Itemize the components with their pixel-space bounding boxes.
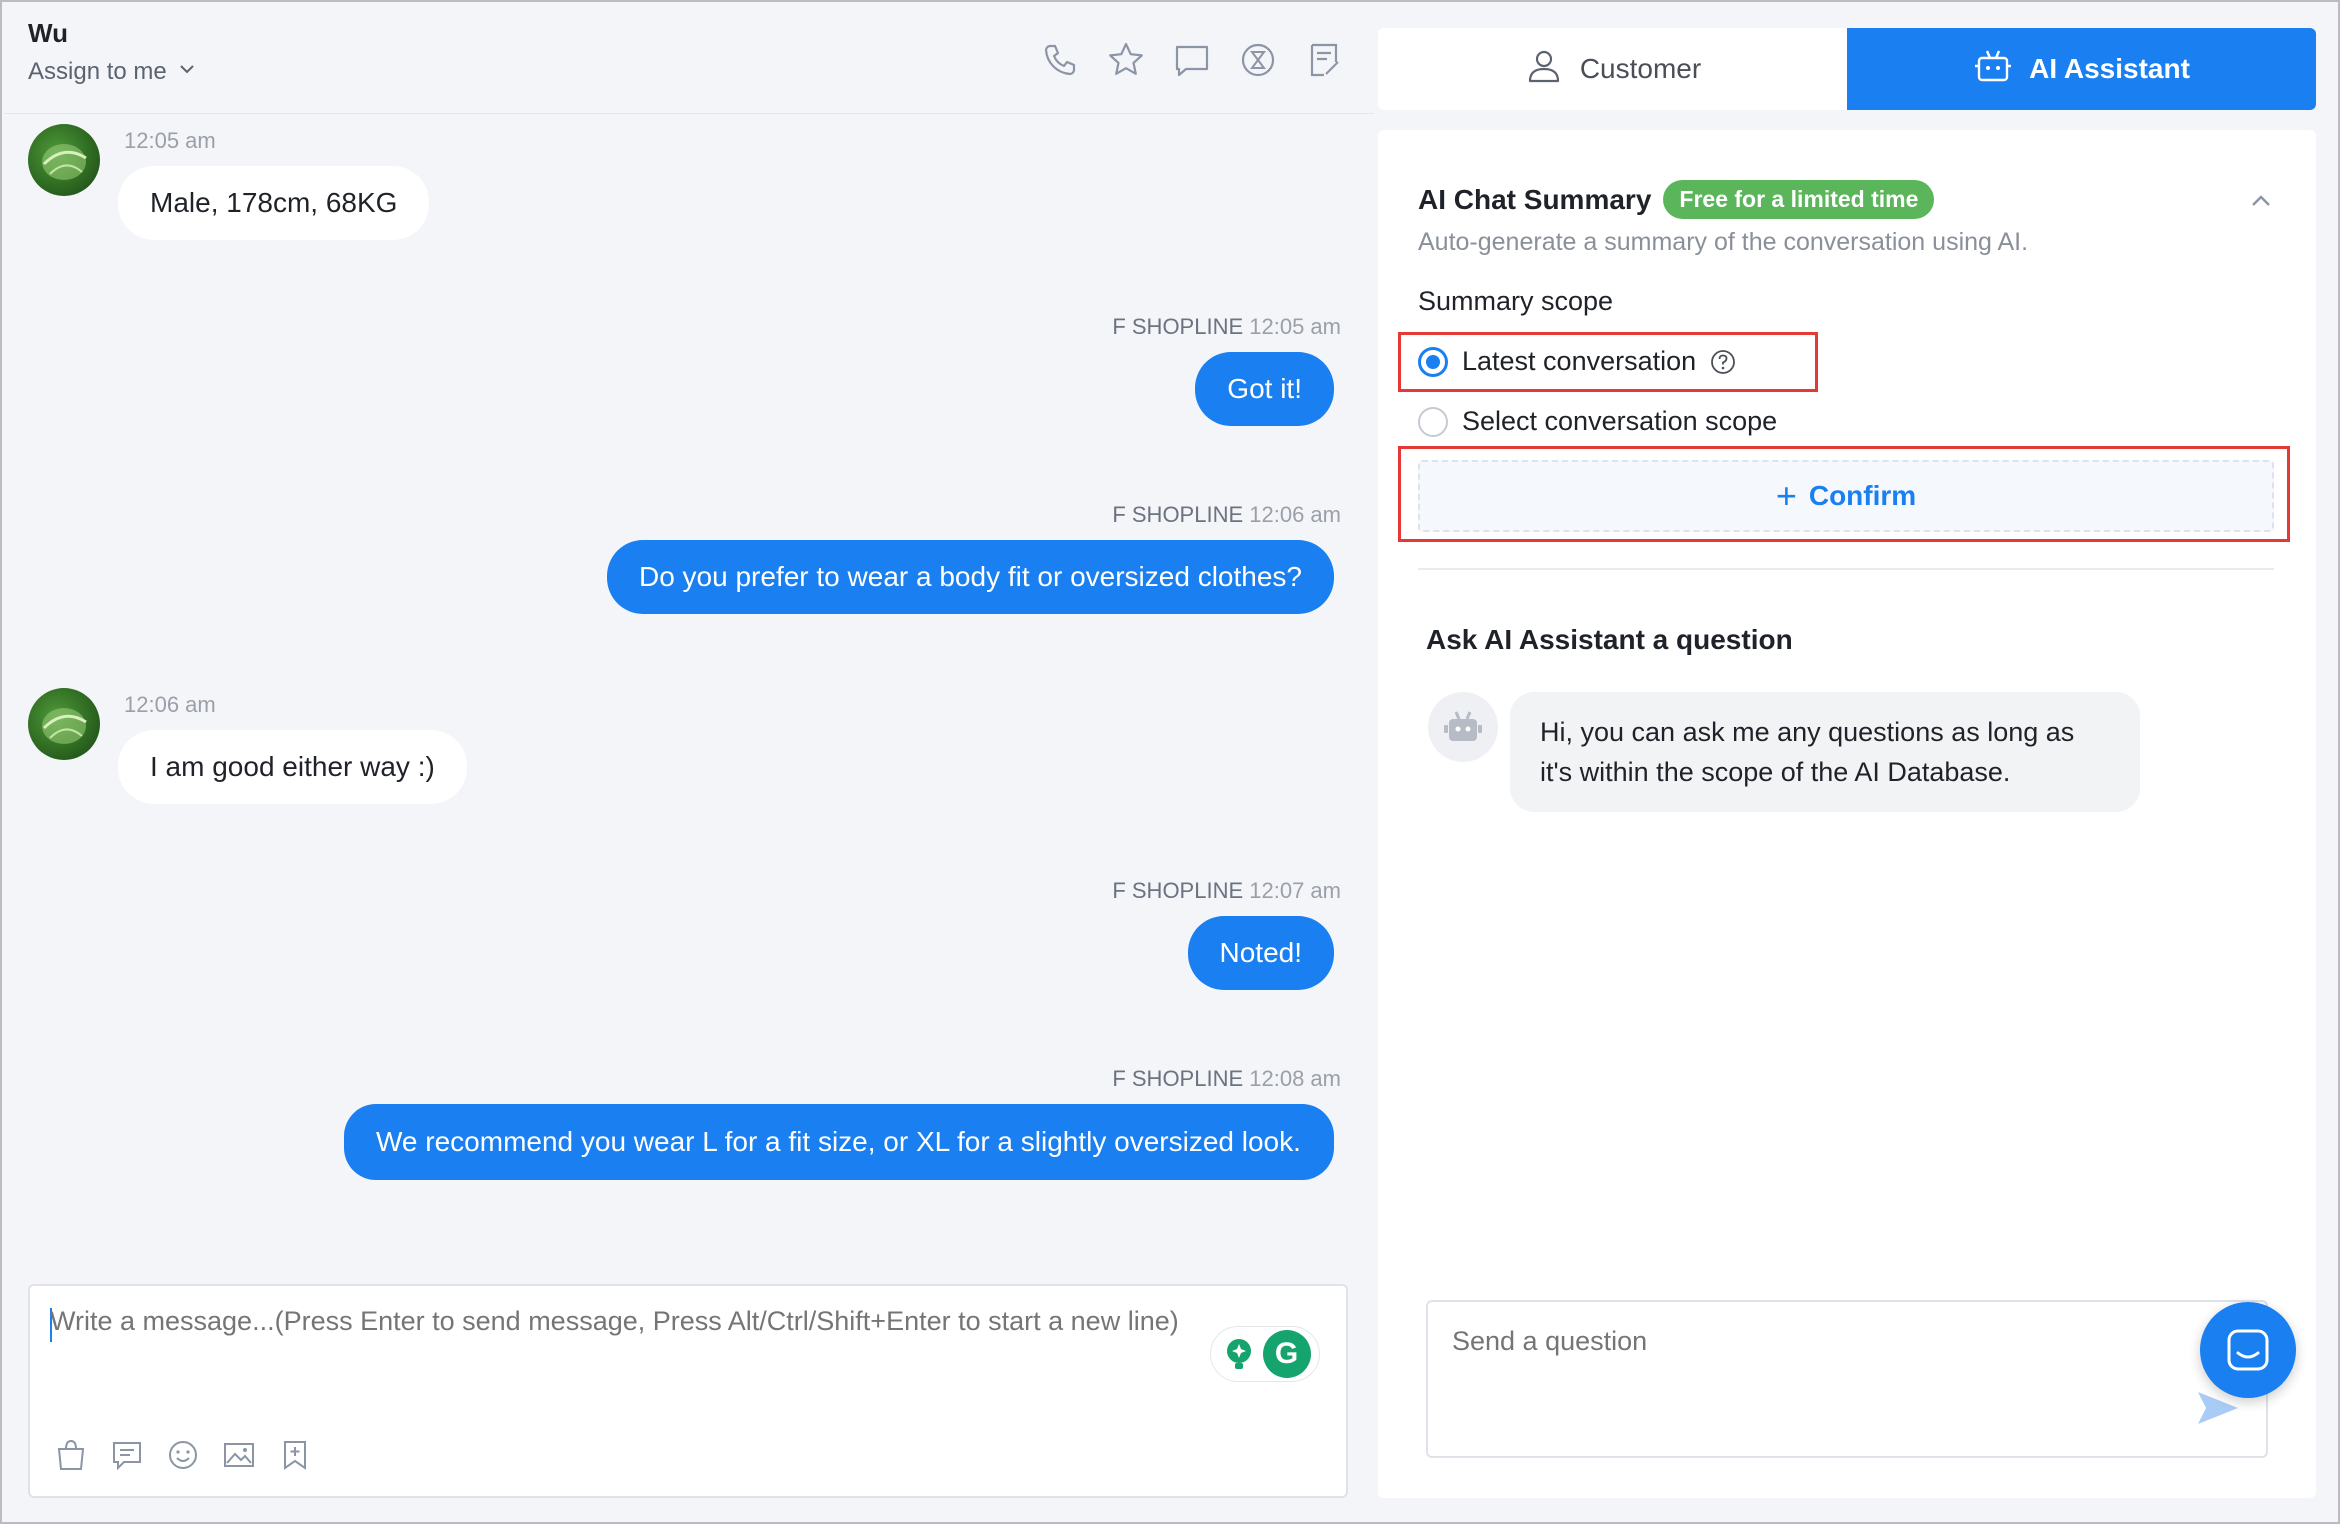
message-square-icon[interactable] <box>1172 40 1212 80</box>
message-time: 12:05 am <box>124 128 216 153</box>
image-icon[interactable] <box>222 1438 256 1472</box>
highlight-box-confirm <box>1398 446 2290 542</box>
sender-name: F SHOPLINE <box>1112 502 1244 527</box>
chat-widget-icon <box>2227 1329 2269 1371</box>
message-input[interactable] <box>50 1306 1320 1337</box>
message-meta: F SHOPLINE 12:06 am <box>1112 502 1341 528</box>
outgoing-message-bubble: We recommend you wear L for a fit size, … <box>344 1104 1334 1180</box>
header-actions <box>1040 40 1344 80</box>
summary-title: AI Chat Summary <box>1418 183 1652 215</box>
message-time: 12:06 am <box>1249 502 1341 527</box>
summary-header: AI Chat Summary Free for a limited time <box>1418 180 1935 219</box>
message-time: 12:05 am <box>1249 314 1341 339</box>
note-icon[interactable] <box>1304 40 1344 80</box>
grammarly-widget[interactable]: G <box>1210 1326 1320 1382</box>
summary-scope-label: Summary scope <box>1418 286 1614 316</box>
section-divider <box>1418 568 2274 570</box>
tab-label: Customer <box>1579 53 1702 84</box>
summary-description: Auto-generate a summary of the conversat… <box>1418 228 2029 256</box>
chat-launcher-button[interactable] <box>2200 1302 2296 1398</box>
customer-avatar <box>28 124 100 196</box>
collapse-chevron-up-icon[interactable] <box>2246 186 2276 216</box>
radio-select-scope[interactable]: Select conversation scope <box>1418 406 1777 437</box>
incoming-message-bubble: Male, 178cm, 68KG <box>118 166 430 240</box>
customer-avatar <box>28 688 100 760</box>
question-composer <box>1426 1300 2268 1458</box>
question-input[interactable] <box>1452 1326 2212 1357</box>
message-meta: F SHOPLINE 12:08 am <box>1112 1066 1341 1092</box>
sender-name: F SHOPLINE <box>1112 878 1244 903</box>
outgoing-message-bubble: Got it! <box>1195 352 1334 426</box>
tab-ai-assistant[interactable]: AI Assistant <box>1847 28 2316 110</box>
hourglass-icon[interactable] <box>1238 40 1278 80</box>
message-list: 12:05 am Male, 178cm, 68KG F SHOPLINE 12… <box>4 114 1374 1274</box>
side-panel-tabs: Customer AI Assistant <box>1378 28 2316 110</box>
message-time: 12:06 am <box>124 692 216 717</box>
sender-name: F SHOPLINE <box>1112 1066 1244 1091</box>
assign-to-me-dropdown[interactable]: Assign to me <box>28 58 197 86</box>
message-meta: F SHOPLINE 12:05 am <box>1112 314 1341 340</box>
sender-name: F SHOPLINE <box>1112 314 1244 339</box>
outgoing-message-bubble: Noted! <box>1187 916 1334 990</box>
grammarly-icon: G <box>1262 1330 1311 1378</box>
chevron-down-icon <box>177 58 197 86</box>
lightbulb-icon <box>1220 1335 1258 1373</box>
chat-header: Wu Assign to me <box>4 4 1374 114</box>
bookmark-add-icon[interactable] <box>278 1438 312 1472</box>
user-icon <box>1524 46 1564 93</box>
robot-icon <box>1444 711 1482 741</box>
promo-badge: Free for a limited time <box>1663 180 1935 219</box>
emoji-icon[interactable] <box>166 1438 200 1472</box>
radio-button[interactable] <box>1418 406 1448 437</box>
bot-avatar <box>1428 692 1498 762</box>
assistant-greeting-bubble: Hi, you can ask me any questions as long… <box>1510 692 2140 812</box>
quick-reply-icon[interactable] <box>110 1438 144 1472</box>
ask-assistant-title: Ask AI Assistant a question <box>1426 624 1793 655</box>
highlight-box-latest <box>1398 332 1818 392</box>
incoming-message-bubble: I am good either way :) <box>118 730 467 804</box>
tab-label: AI Assistant <box>2029 53 2190 84</box>
message-meta: F SHOPLINE 12:07 am <box>1112 878 1341 904</box>
ai-assistant-panel: AI Chat Summary Free for a limited time … <box>1378 130 2316 1498</box>
radio-label: Select conversation scope <box>1462 406 1778 436</box>
message-composer: G <box>28 1284 1348 1498</box>
message-time: 12:08 am <box>1249 1066 1341 1091</box>
robot-icon <box>1973 46 2013 93</box>
composer-toolbar <box>54 1438 312 1472</box>
assign-label: Assign to me <box>28 58 167 85</box>
tab-customer[interactable]: Customer <box>1378 28 1847 110</box>
phone-icon[interactable] <box>1040 40 1080 80</box>
message-time: 12:07 am <box>1249 878 1341 903</box>
star-icon[interactable] <box>1106 40 1146 80</box>
contact-name: Wu <box>28 18 68 48</box>
outgoing-message-bubble: Do you prefer to wear a body fit or over… <box>606 540 1334 614</box>
bag-icon[interactable] <box>54 1438 88 1472</box>
